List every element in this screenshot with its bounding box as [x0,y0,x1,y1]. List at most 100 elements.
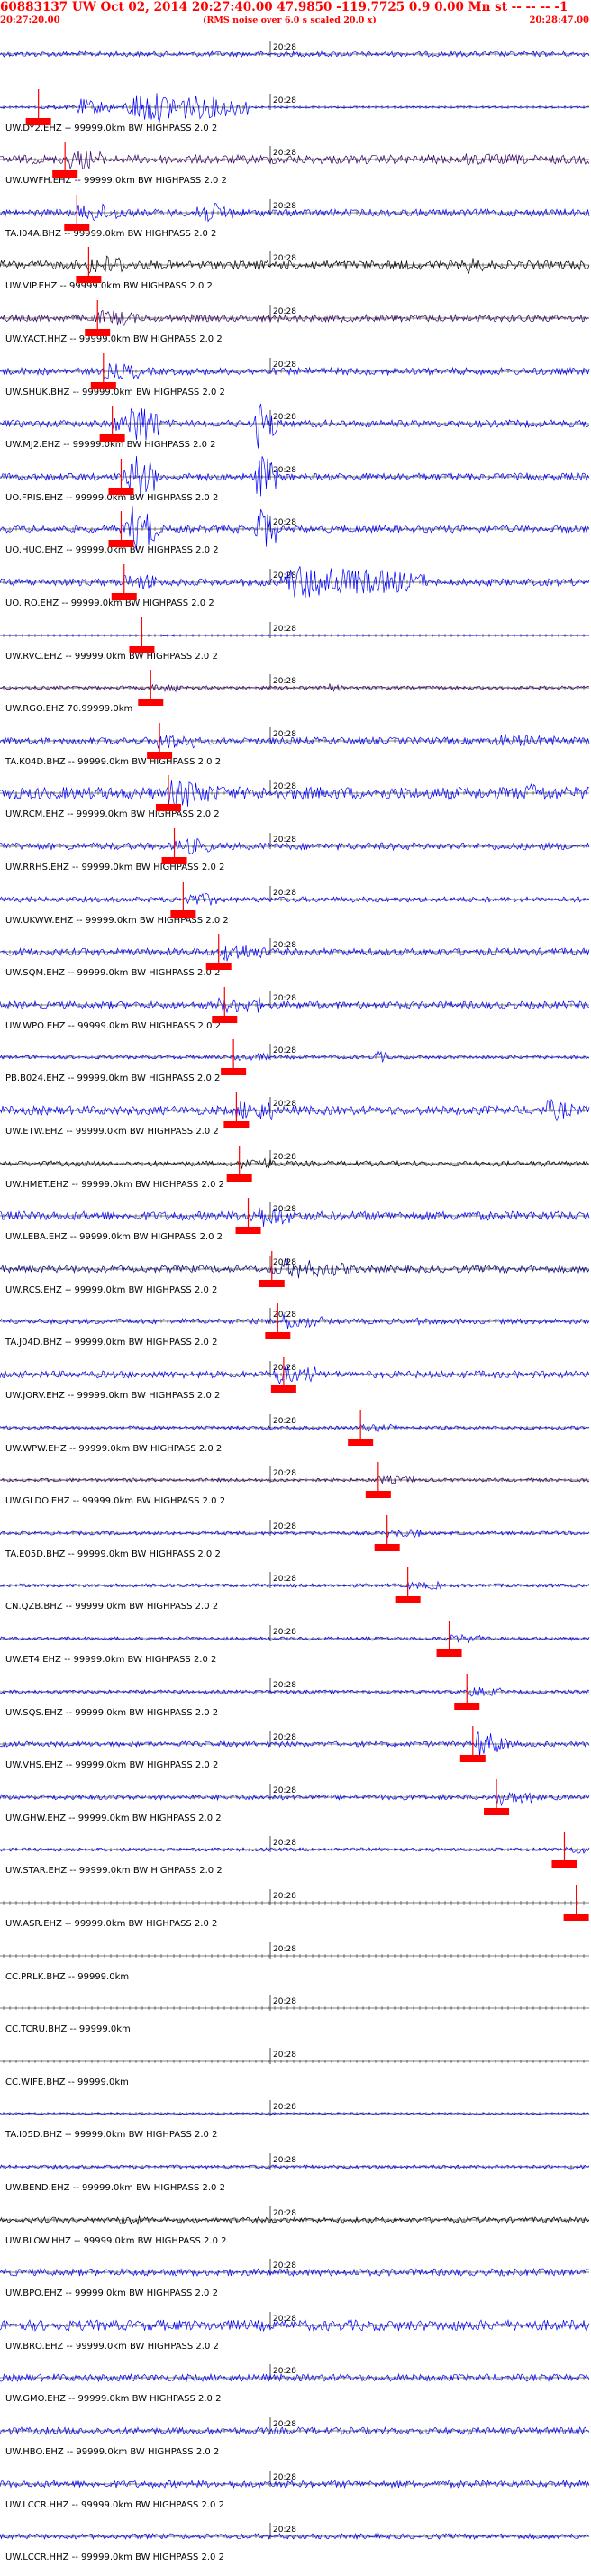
minute-label: 20:28 [273,625,296,634]
pick-box [138,699,164,706]
trace: 20:28UW.BRO.EHZ -- 99999.0km BW HIGHPASS… [0,2312,590,2352]
minute-label: 20:28 [273,361,296,370]
station-label: UW.LEBA.EHZ -- 99999.0km BW HIGHPASS 2.0… [5,1232,223,1242]
trace: 20:28 UW.HMET.EHZ -- 99999.0km BW HIGHPAS… [0,1146,590,1190]
minute-label: 20:28 [273,1733,296,1742]
station-label: UW.GHW.EHZ -- 99999.0km BW HIGHPASS 2.0 … [5,1813,222,1823]
trace: 20:28UW.ETW.EHZ -- 99999.0km BW HIGHPASS… [0,1092,590,1137]
minute-label: 20:28 [273,96,296,105]
minute-label: 20:28 [273,941,296,950]
station-label: UW.RGO.EHZ 70.99999.0km [5,704,132,714]
minute-label: 20:28 [273,518,296,527]
trace: 20:28 UW.RVC.EHZ -- 99999.0km BW HIGHPASS… [0,617,590,662]
trace: 20:28 CN.QZB.BHZ -- 99999.0km BW HIGHPASS… [0,1567,590,1612]
pick-box [395,1596,421,1603]
station-label: TA.I05D.BHZ -- 99999.0km BW HIGHPASS 2.0… [5,2130,217,2140]
trace: 20:28 UW.RGO.EHZ 70.99999.0km [0,670,590,714]
minute-label: 20:28 [273,2156,296,2165]
trace: 20:28 TA.I04A.BHZ -- 99999.0km BW HIGHPAS… [0,195,590,239]
station-label: UW.VIP.EHZ -- 99999.0km BW HIGHPASS 2.0 … [5,281,213,291]
station-label: UW.HBO.EHZ -- 99999.0km BW HIGHPASS 2.0 … [5,2447,219,2457]
minute-label: 20:28 [273,677,296,686]
pick-box [265,1332,291,1339]
pick-box [259,1280,285,1287]
station-label: TA.E05D.BHZ -- 99999.0km BW HIGHPASS 2.0… [5,1549,221,1559]
minute-label: 20:28 [273,1153,296,1162]
minute-label: 20:28 [273,254,296,263]
trace: 20:28 CC.WIFE.BHZ -- 99999.0km [0,2048,589,2087]
trace: 20:28 UW.GMO.EHZ -- 99999.0km BW HIGHPASS… [0,2364,590,2404]
station-label: CC.PRLK.BHZ -- 99999.0km [5,1972,129,1982]
pick-box [226,1174,252,1182]
minute-label: 20:28 [273,2367,296,2376]
trace: 20:28 UW.WPO.EHZ -- 99999.0km BW HIGHPASS… [0,987,590,1031]
minute-label: 20:28 [273,149,296,158]
trace: 20:28 UW.GLDO.EHZ -- 99999.0km BW HIGHPAS… [0,1462,590,1506]
minute-label: 20:28 [273,2103,296,2112]
pick-box [235,1227,261,1234]
minute-label: 20:28 [273,2473,296,2482]
trace: 20:28UW.DY2.EHZ -- 99999.0km BW HIGHPASS… [0,89,590,133]
station-label: UW.RRHS.EHZ -- 99999.0km BW HIGHPASS 2.0… [5,863,224,872]
pick-box [147,752,173,759]
station-label: TA.I04A.BHZ -- 99999.0km BW HIGHPASS 2.0… [5,229,216,239]
minute-label: 20:28 [273,1046,296,1055]
minute-label: 20:28 [273,782,296,791]
pick-box [108,540,134,547]
station-label: TA.J04D.BHZ -- 99999.0km BW HIGHPASS 2.0… [5,1338,217,1347]
trace: 20:28 [0,41,590,59]
trace: 20:28 UW.RCM.EHZ -- 99999.0km BW HIGHPASS… [0,775,590,819]
minute-label: 20:28 [273,2209,296,2218]
minute-label: 20:28 [273,1892,296,1901]
trace: 20:28 UW.VIP.EHZ -- 99999.0km BW HIGHPASS… [0,247,590,291]
minute-label: 20:28 [273,1997,296,2006]
pick-box [111,593,137,600]
start-time: 20:27:20.00 [0,15,60,25]
minute-label: 20:28 [273,202,296,211]
trace: 20:28 UW.ET4.EHZ -- 99999.0km BW HIGHPASS… [0,1621,590,1665]
station-label: UW.RCS.EHZ -- 99999.0km BW HIGHPASS 2.0 … [5,1285,217,1295]
station-label: UW.ETW.EHZ -- 99999.0km BW HIGHPASS 2.0 … [5,1127,219,1137]
minute-label: 20:28 [273,1205,296,1214]
trace: 20:28 UW.STAR.EHZ -- 99999.0km BW HIGHPAS… [0,1832,590,1876]
trace: 20:28 UW.BEND.EHZ -- 99999.0km BW HIGHPAS… [0,2153,590,2193]
pick-box [270,1385,296,1393]
pick-box [484,1808,510,1815]
station-label: CN.QZB.BHZ -- 99999.0km BW HIGHPASS 2.0 … [5,1602,218,1612]
trace: 20:28UO.FRIS.EHZ -- 99999.0km BW HIGHPAS… [0,455,590,503]
pick-box [108,488,134,495]
trace: 20:28UO.HUO.EHZ -- 99999.0km BW HIGHPASS… [0,506,590,555]
trace: 20:28UW.UKWW.EHZ -- 99999.0km BW HIGHPAS… [0,882,590,926]
trace: 20:28 TA.I05D.BHZ -- 99999.0km BW HIGHPAS… [0,2100,590,2140]
station-label: UW.RCM.EHZ -- 99999.0km BW HIGHPASS 2.0 … [5,809,220,819]
station-label: UW.GLDO.EHZ -- 99999.0km BW HIGHPASS 2.0… [5,1496,225,1506]
station-label: UW.BLOW.HHZ -- 99999.0km BW HIGHPASS 2.0… [5,2236,227,2246]
trace: 20:28UW.RRHS.EHZ -- 99999.0km BW HIGHPAS… [0,828,590,872]
pick-box [563,1914,589,1921]
station-label: UW.BRO.EHZ -- 99999.0km BW HIGHPASS 2.0 … [5,2342,219,2352]
minute-label: 20:28 [273,2526,296,2535]
trace: 20:28 CC.PRLK.BHZ -- 99999.0km [0,1942,589,1982]
trace: 20:28UW.JORV.EHZ -- 99999.0km BW HIGHPAS… [0,1357,590,1401]
trace: 20:28UW.HBO.EHZ -- 99999.0km BW HIGHPASS… [0,2417,590,2457]
minute-label: 20:28 [273,1522,296,1531]
pick-box [212,1016,238,1023]
station-label: UW.ET4.EHZ -- 99999.0km BW HIGHPASS 2.0 … [5,1655,216,1665]
station-label: UW.WPW.EHZ -- 99999.0km BW HIGHPASS 2.0 … [5,1444,222,1454]
station-label: UW.YACT.HHZ -- 99999.0km BW HIGHPASS 2.0… [5,334,223,344]
station-label: UW.BPO.EHZ -- 99999.0km BW HIGHPASS 2.0 … [5,2288,218,2298]
minute-label: 20:28 [273,1311,296,1320]
minute-label: 20:28 [273,43,296,52]
minute-label: 20:28 [273,1575,296,1584]
pick-box [205,963,232,970]
trace: 20:28 TA.J04D.BHZ -- 99999.0km BW HIGHPAS… [0,1303,590,1347]
waveform [0,506,590,551]
pick-box [454,1703,480,1710]
trace: 20:28UW.RCS.EHZ -- 99999.0km BW HIGHPASS… [0,1251,590,1295]
end-time: 20:28:47.00 [529,15,589,25]
trace: 20:28 PB.B024.EHZ -- 99999.0km BW HIGHPAS… [0,1039,590,1083]
trace: 20:28 UW.UWFH.EHZ -- 99999.0km BW HIGHPAS… [0,142,590,186]
station-label: UW.SQM.EHZ -- 99999.0km BW HIGHPASS 2.0 … [5,968,220,978]
station-label: UW.LCCR.HHZ -- 99999.0km BW HIGHPASS 2.0… [5,2553,224,2562]
minute-label: 20:28 [273,1839,296,1848]
